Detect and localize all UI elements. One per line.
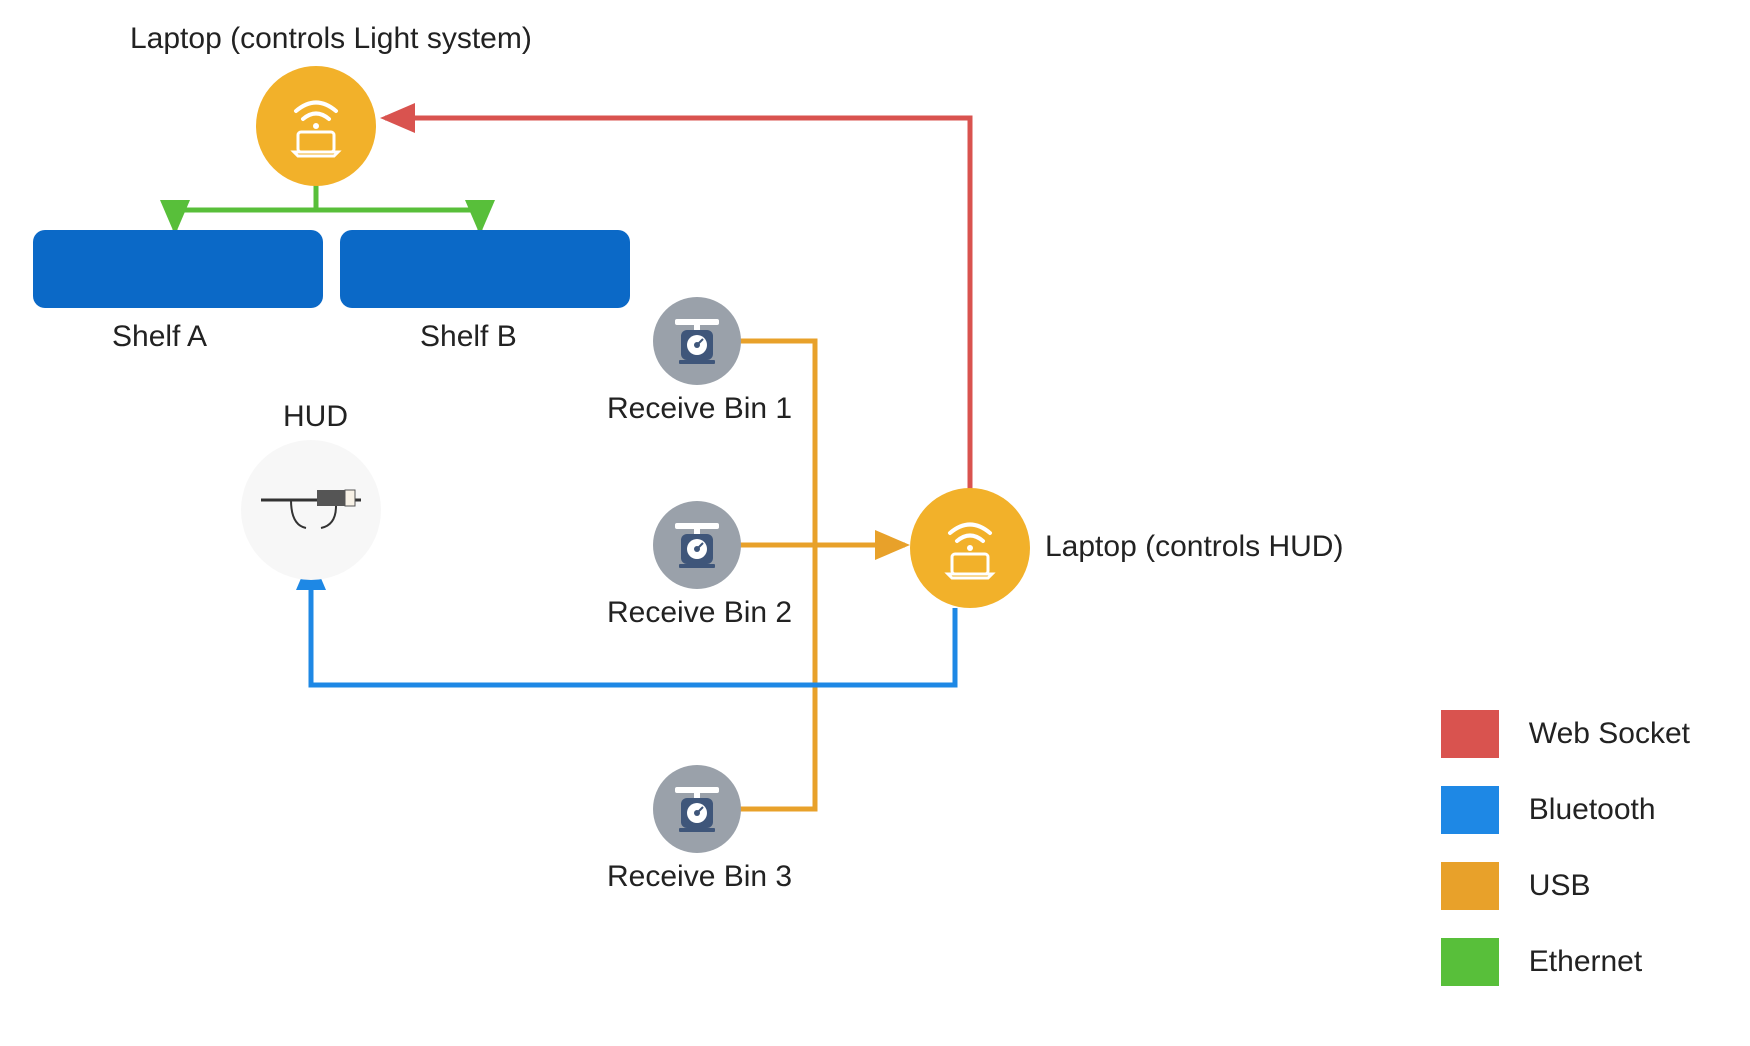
conn-laptop-light-to-shelf-a — [175, 185, 316, 230]
bin1-label: Receive Bin 1 — [607, 392, 792, 426]
legend-row-ethernet: Ethernet — [1441, 938, 1690, 986]
legend: Web Socket Bluetooth USB Ethernet — [1441, 710, 1690, 986]
shelf-a-label: Shelf A — [112, 320, 207, 354]
wifi-laptop-icon — [276, 86, 356, 166]
legend-label-web-socket: Web Socket — [1529, 717, 1690, 751]
bin2-label: Receive Bin 2 — [607, 596, 792, 630]
legend-swatch-web-socket — [1441, 710, 1499, 758]
bin1-node — [653, 297, 741, 385]
laptop-light-node — [256, 66, 376, 186]
conn-laptop-light-to-shelf-b — [316, 185, 480, 230]
legend-label-bluetooth: Bluetooth — [1529, 793, 1656, 827]
legend-label-ethernet: Ethernet — [1529, 945, 1642, 979]
hud-label: HUD — [283, 400, 348, 434]
hud-node — [241, 440, 381, 580]
shelf-b-block — [340, 230, 630, 308]
bin3-node — [653, 765, 741, 853]
laptop-hud-label: Laptop (controls HUD) — [1045, 530, 1343, 564]
scale-icon — [667, 515, 727, 575]
legend-swatch-ethernet — [1441, 938, 1499, 986]
shelf-a-block — [33, 230, 323, 308]
diagram-canvas: Laptop (controls Light system) Shelf A S… — [0, 0, 1750, 1046]
scale-icon — [667, 779, 727, 839]
legend-swatch-bluetooth — [1441, 786, 1499, 834]
shelf-b-label: Shelf B — [420, 320, 517, 354]
scale-icon — [667, 311, 727, 371]
legend-row-bluetooth: Bluetooth — [1441, 786, 1690, 834]
legend-label-usb: USB — [1529, 869, 1591, 903]
smart-glasses-icon — [251, 470, 371, 550]
bin2-node — [653, 501, 741, 589]
laptop-hud-node — [910, 488, 1030, 608]
laptop-light-label: Laptop (controls Light system) — [130, 22, 532, 56]
bin3-label: Receive Bin 3 — [607, 860, 792, 894]
legend-swatch-usb — [1441, 862, 1499, 910]
wifi-laptop-icon — [930, 508, 1010, 588]
legend-row-web-socket: Web Socket — [1441, 710, 1690, 758]
legend-row-usb: USB — [1441, 862, 1690, 910]
